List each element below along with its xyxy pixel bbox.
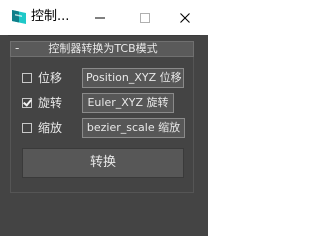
rollout-collapse-toggle[interactable]: - <box>15 41 19 55</box>
scale-checkbox[interactable] <box>22 123 32 133</box>
scale-checkbox-label[interactable]: 缩放 <box>38 120 62 136</box>
dialog-window: 控制... 控制器转换为TCB模式 - 位移 Position_XYZ 位移 旋… <box>0 0 208 236</box>
minimize-button[interactable] <box>77 0 123 35</box>
rotation-checkbox[interactable] <box>22 98 32 108</box>
maximize-icon <box>140 12 150 23</box>
rotation-checkbox-label[interactable]: 旋转 <box>38 95 62 111</box>
rollout-header[interactable]: 控制器转换为TCB模式 - <box>10 41 194 57</box>
minimize-icon <box>95 17 105 18</box>
bezier-scale-button[interactable]: bezier_scale 缩放 <box>82 118 185 138</box>
window-title: 控制... <box>31 9 70 24</box>
rollout-body: 位移 Position_XYZ 位移 旋转 Euler_XYZ 旋转 缩放 be… <box>10 57 194 193</box>
position-checkbox[interactable] <box>22 73 32 83</box>
convert-button[interactable]: 转换 <box>22 148 184 178</box>
position-checkbox-label[interactable]: 位移 <box>38 70 62 86</box>
close-icon <box>180 12 190 23</box>
close-button[interactable] <box>162 0 208 35</box>
position-xyz-button[interactable]: Position_XYZ 位移 <box>82 68 184 88</box>
rollout-title: 控制器转换为TCB模式 <box>48 42 158 55</box>
app-logo-icon <box>12 10 26 24</box>
euler-xyz-button[interactable]: Euler_XYZ 旋转 <box>82 93 174 113</box>
title-bar[interactable]: 控制... <box>0 0 208 35</box>
